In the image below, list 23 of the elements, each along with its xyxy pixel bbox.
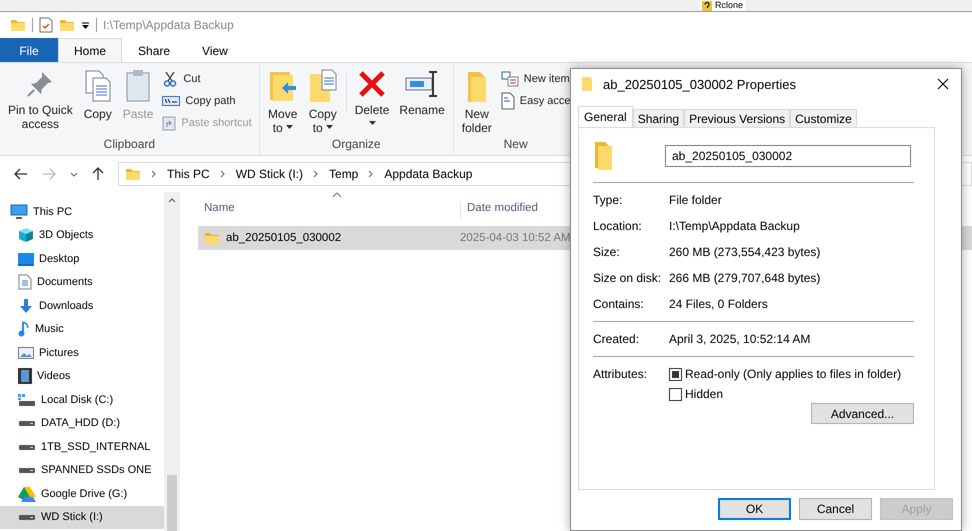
property-label: Location:: [593, 219, 643, 233]
property-label: Size:: [593, 245, 621, 259]
group-label: Organize: [330, 137, 382, 153]
property-value: 24 Files, 0 Folders: [669, 297, 768, 311]
property-value: I:\Temp\Appdata Backup: [669, 219, 800, 233]
date-cell-text: 2025-04-03 10:52 AM: [459, 232, 571, 244]
property-value: 266 MB (279,707,648 bytes): [669, 271, 820, 285]
property-value: 260 MB (273,554,423 bytes): [669, 245, 820, 259]
property-label: Attributes:: [593, 367, 648, 383]
window-title: I:\Temp\Appdata Backup: [103, 18, 234, 32]
property-label: Created:: [593, 332, 640, 346]
property-value: April 3, 2025, 10:52:14 AM: [669, 332, 810, 346]
property-value: File folder: [669, 193, 722, 207]
file-name: ab_20250105_030002: [226, 232, 342, 244]
property-label: Type:: [593, 193, 624, 207]
dialog-title: ab_20250105_030002 Properties: [603, 76, 798, 92]
property-label: Contains:: [593, 297, 645, 311]
property-label: Size on disk:: [593, 271, 662, 285]
tree-item: Rclone: [715, 0, 744, 11]
group-label: New: [502, 137, 529, 153]
group-label: Clipboard: [102, 137, 156, 153]
checkbox-label: Hidden: [685, 387, 724, 401]
checkbox-label: Read-only (Only applies to files in folder): [685, 367, 902, 381]
